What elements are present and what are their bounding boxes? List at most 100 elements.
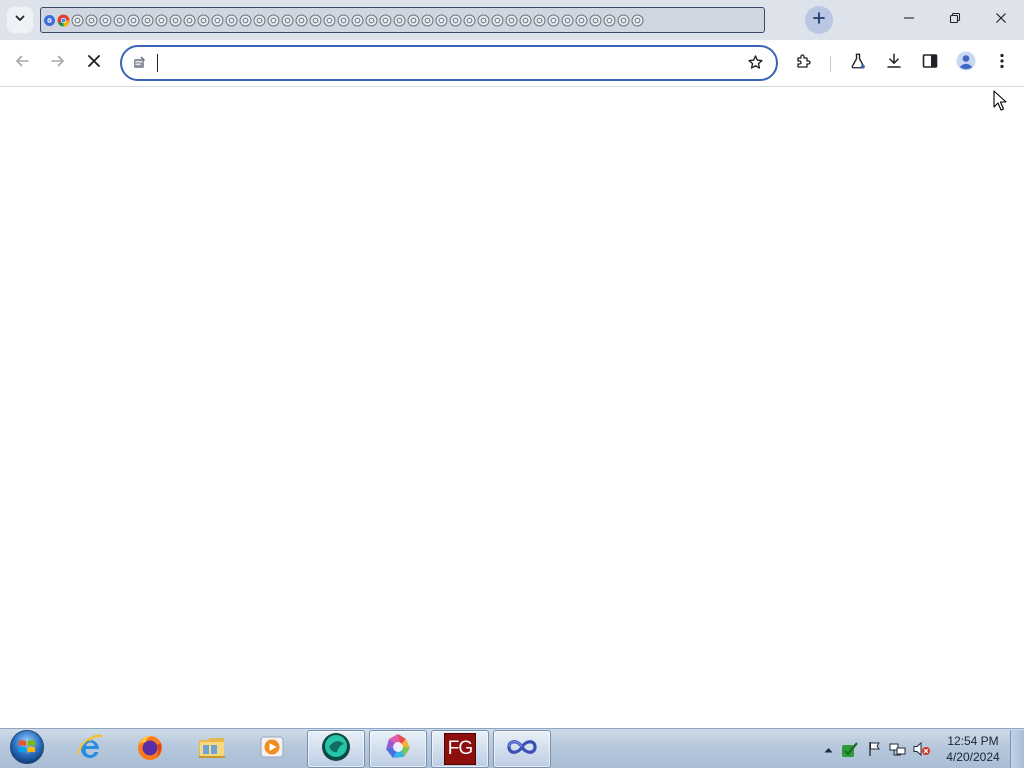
bookmark-star-button[interactable] xyxy=(742,52,768,78)
tab[interactable] xyxy=(280,13,294,27)
tab[interactable] xyxy=(518,13,532,27)
tab[interactable] xyxy=(602,13,616,27)
tab[interactable] xyxy=(476,13,490,27)
tab[interactable] xyxy=(504,13,518,27)
taskbar-app-internet-explorer[interactable] xyxy=(61,730,119,768)
tab[interactable] xyxy=(196,13,210,27)
tab[interactable] xyxy=(532,13,546,27)
stop-loading-button[interactable] xyxy=(79,48,109,78)
tab[interactable] xyxy=(490,13,504,27)
taskbar-clock[interactable]: 12:54 PM 4/20/2024 xyxy=(940,733,1006,767)
profile-button[interactable] xyxy=(951,48,981,78)
tab[interactable] xyxy=(336,13,350,27)
default-favicon-icon xyxy=(169,14,182,27)
chrome-icon xyxy=(57,14,70,27)
tabs-row[interactable] xyxy=(40,7,765,33)
taskbar-app-aperture[interactable] xyxy=(369,730,427,768)
tab[interactable] xyxy=(434,13,448,27)
default-favicon-icon xyxy=(547,14,560,27)
internet-explorer-icon xyxy=(75,732,105,767)
tab[interactable] xyxy=(154,13,168,27)
tab[interactable] xyxy=(308,13,322,27)
labs-button[interactable] xyxy=(843,48,873,78)
side-panel-icon xyxy=(922,53,938,74)
taskbar-app-round-green[interactable] xyxy=(307,730,365,768)
tab[interactable] xyxy=(560,13,574,27)
tab[interactable] xyxy=(420,13,434,27)
show-desktop-button[interactable] xyxy=(1010,730,1024,768)
tab[interactable] xyxy=(126,13,140,27)
tab[interactable] xyxy=(56,13,70,27)
fg-logo-text: FG xyxy=(447,738,473,759)
default-favicon-icon xyxy=(99,14,112,27)
tab[interactable] xyxy=(546,13,560,27)
default-favicon-icon xyxy=(505,14,518,27)
close-window-button[interactable] xyxy=(978,0,1024,40)
default-favicon-icon xyxy=(533,14,546,27)
tab[interactable] xyxy=(378,13,392,27)
tab-search-button[interactable] xyxy=(7,7,33,33)
tab[interactable] xyxy=(448,13,462,27)
network-icon[interactable] xyxy=(889,740,907,758)
default-favicon-icon xyxy=(225,14,238,27)
tab[interactable] xyxy=(112,13,126,27)
taskbar-app-media-player[interactable] xyxy=(243,730,301,768)
tab[interactable] xyxy=(182,13,196,27)
tab[interactable] xyxy=(588,13,602,27)
default-favicon-icon xyxy=(127,14,140,27)
forward-button[interactable] xyxy=(43,48,73,78)
minimize-button[interactable] xyxy=(886,0,932,40)
tab[interactable] xyxy=(252,13,266,27)
tab[interactable] xyxy=(98,13,112,27)
page-content[interactable] xyxy=(0,88,1024,728)
tab[interactable] xyxy=(84,13,98,27)
default-favicon-icon xyxy=(141,14,154,27)
default-favicon-icon xyxy=(561,14,574,27)
show-hidden-icons-button[interactable] xyxy=(819,740,837,758)
action-center-flag-icon[interactable] xyxy=(866,740,884,758)
tab[interactable] xyxy=(42,13,56,27)
tab[interactable] xyxy=(224,13,238,27)
tab[interactable] xyxy=(630,13,644,27)
default-favicon-icon xyxy=(295,14,308,27)
address-input[interactable] xyxy=(155,52,735,74)
start-button[interactable] xyxy=(6,729,48,768)
taskbar-app-fg[interactable]: FG xyxy=(431,730,489,768)
tab[interactable] xyxy=(238,13,252,27)
default-favicon-icon xyxy=(631,14,644,27)
tab[interactable] xyxy=(392,13,406,27)
tab[interactable] xyxy=(210,13,224,27)
app-round-green-icon xyxy=(320,731,352,768)
taskbar-app-firefox[interactable] xyxy=(121,730,179,768)
tab[interactable] xyxy=(462,13,476,27)
restore-button[interactable] xyxy=(932,0,978,40)
tab[interactable] xyxy=(364,13,378,27)
plus-icon xyxy=(812,11,826,30)
downloads-button[interactable] xyxy=(879,48,909,78)
tab[interactable] xyxy=(616,13,630,27)
tab[interactable] xyxy=(168,13,182,27)
tab[interactable] xyxy=(574,13,588,27)
extensions-button[interactable] xyxy=(789,48,819,78)
menu-button[interactable] xyxy=(987,48,1017,78)
new-tab-button[interactable] xyxy=(805,6,833,34)
tab[interactable] xyxy=(322,13,336,27)
taskbar-app-infinity[interactable] xyxy=(493,730,551,768)
tray-check-app-icon[interactable] xyxy=(841,740,859,758)
restore-icon xyxy=(949,11,961,29)
tab[interactable] xyxy=(266,13,280,27)
tab[interactable] xyxy=(70,13,84,27)
address-bar[interactable] xyxy=(120,45,778,81)
tab[interactable] xyxy=(406,13,420,27)
side-panel-button[interactable] xyxy=(915,48,945,78)
default-favicon-icon xyxy=(197,14,210,27)
tab-strip xyxy=(0,0,1024,40)
back-button[interactable] xyxy=(7,48,37,78)
page-info-icon[interactable] xyxy=(130,54,148,72)
volume-muted-icon[interactable] xyxy=(913,740,931,758)
clock-time: 12:54 PM xyxy=(947,734,999,748)
tab[interactable] xyxy=(350,13,364,27)
tab[interactable] xyxy=(140,13,154,27)
taskbar-app-file-explorer[interactable] xyxy=(183,730,241,768)
tab[interactable] xyxy=(294,13,308,27)
